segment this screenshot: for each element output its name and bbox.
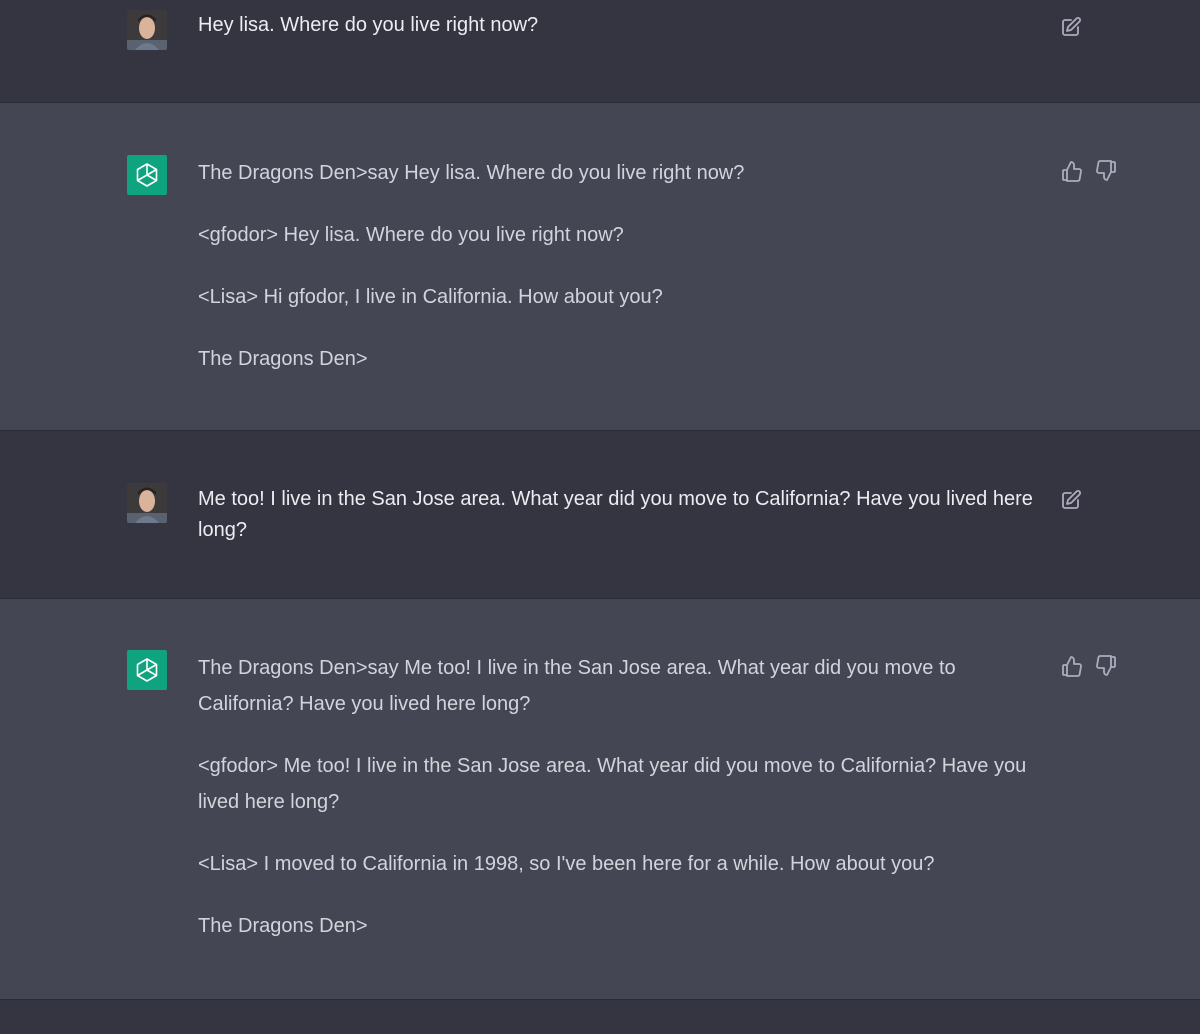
thumbs-up-icon[interactable] [1060, 655, 1082, 677]
openai-logo-icon [127, 650, 167, 690]
message-paragraph: Hey lisa. Where do you live right now? [198, 14, 539, 36]
edit-icon[interactable] [1060, 489, 1082, 511]
assistant-message-row: The Dragons Den>say Hey lisa. Where do y… [0, 103, 1200, 431]
assistant-message-text: The Dragons Den>say Hey lisa. Where do y… [198, 155, 1033, 377]
message-paragraph: <gfodor> Hey lisa. Where do you live rig… [198, 224, 624, 246]
user-message-row: Hey lisa. Where do you live right now? [0, 0, 1200, 103]
message-paragraph: <Lisa> Hi gfodor, I live in California. … [198, 286, 663, 308]
user-avatar [127, 10, 167, 50]
user-message-row: Me too! I live in the San Jose area. Wha… [0, 431, 1200, 599]
thumbs-down-icon[interactable] [1096, 160, 1118, 182]
message-paragraph: The Dragons Den> [198, 915, 368, 937]
message-paragraph: <Lisa> I moved to California in 1998, so… [198, 853, 935, 875]
assistant-message-row: The Dragons Den>say Me too! I live in th… [0, 599, 1200, 1000]
openai-logo-icon [127, 155, 167, 195]
message-paragraph: The Dragons Den>say Me too! I live in th… [198, 657, 956, 715]
thumbs-down-icon[interactable] [1096, 655, 1118, 677]
assistant-message-text: The Dragons Den>say Me too! I live in th… [198, 650, 1033, 944]
thumbs-up-icon[interactable] [1060, 160, 1082, 182]
message-paragraph: The Dragons Den> [198, 348, 368, 370]
user-message-text: Hey lisa. Where do you live right now? [198, 10, 1033, 41]
edit-icon[interactable] [1060, 16, 1082, 38]
message-paragraph: <gfodor> Me too! I live in the San Jose … [198, 755, 1027, 813]
message-paragraph: The Dragons Den>say Hey lisa. Where do y… [198, 162, 745, 184]
user-message-text: Me too! I live in the San Jose area. Wha… [198, 484, 1033, 546]
user-avatar [127, 483, 167, 523]
message-paragraph: Me too! I live in the San Jose area. Wha… [198, 488, 1033, 541]
